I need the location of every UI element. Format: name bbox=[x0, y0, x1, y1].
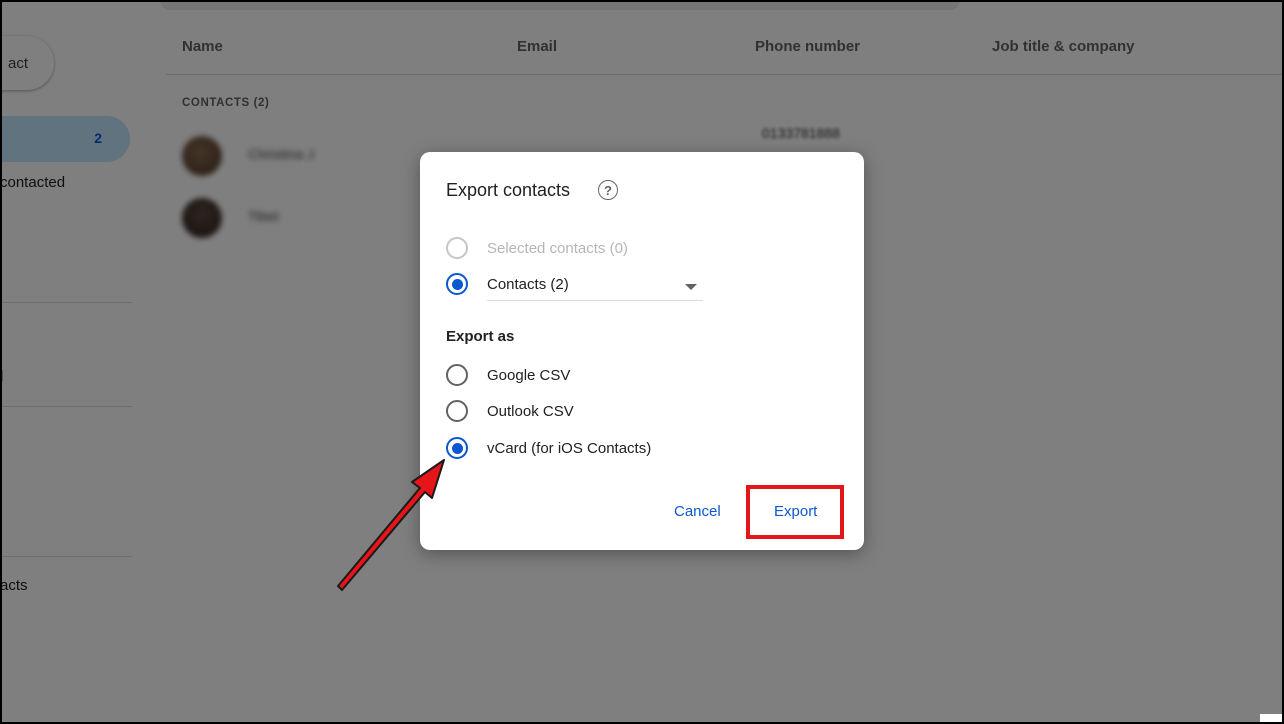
radio-vcard[interactable]: vCard (for iOS Contacts) bbox=[446, 436, 651, 460]
radio-label: Selected contacts (0) bbox=[487, 239, 628, 257]
export-as-heading: Export as bbox=[446, 328, 515, 345]
radio-label: Google CSV bbox=[487, 366, 571, 384]
dialog-title: Export contacts bbox=[446, 180, 571, 200]
export-button[interactable]: Export bbox=[768, 502, 823, 521]
radio-outlook-csv[interactable]: Outlook CSV bbox=[446, 399, 574, 423]
radio-selected-contacts: Selected contacts (0) bbox=[446, 236, 628, 260]
chevron-down-icon bbox=[685, 284, 697, 290]
corner-mark bbox=[1260, 714, 1284, 724]
radio-button[interactable] bbox=[446, 273, 468, 295]
radio-button[interactable] bbox=[446, 364, 468, 386]
radio-button[interactable] bbox=[446, 437, 468, 459]
cancel-button[interactable]: Cancel bbox=[668, 502, 727, 521]
contacts-label-dropdown[interactable] bbox=[487, 270, 703, 301]
help-circle-icon[interactable]: ? bbox=[598, 180, 618, 200]
radio-google-csv[interactable]: Google CSV bbox=[446, 363, 570, 387]
radio-button bbox=[446, 237, 468, 259]
radio-button[interactable] bbox=[446, 400, 468, 422]
export-contacts-dialog: Export contacts ? Selected contacts (0) … bbox=[420, 152, 864, 550]
radio-label: Outlook CSV bbox=[487, 402, 574, 420]
radio-label: vCard (for iOS Contacts) bbox=[487, 439, 652, 457]
